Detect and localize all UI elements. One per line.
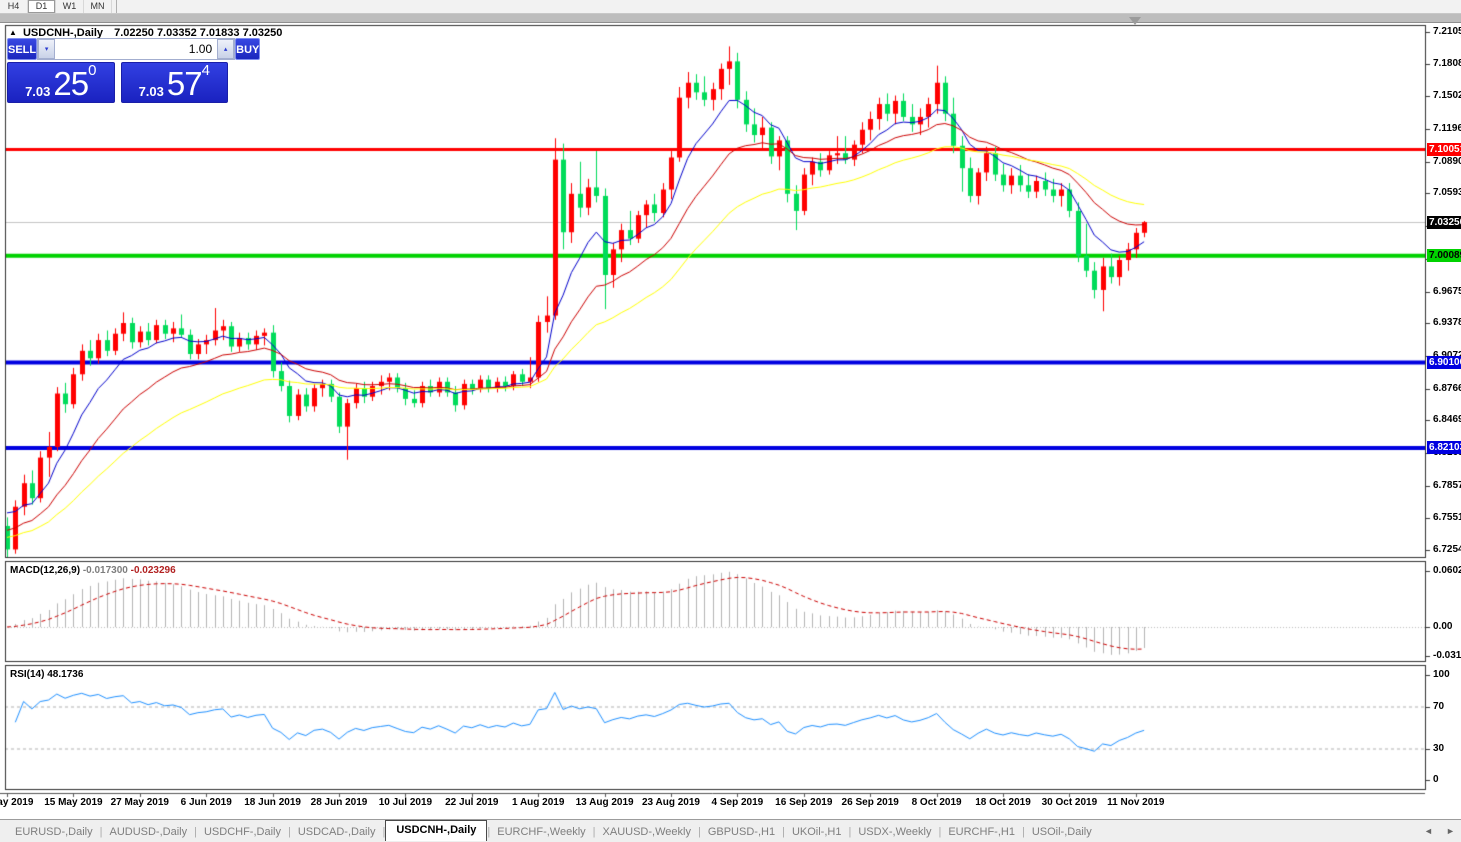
date-label: 8 Oct 2019 bbox=[912, 797, 962, 808]
price-badge: 7.00089 bbox=[1427, 249, 1461, 262]
sell-price-display[interactable]: 7.03 25 0 bbox=[7, 62, 115, 103]
rsi-name: RSI(14) bbox=[10, 669, 44, 680]
sell-price-prefix: 7.03 bbox=[25, 84, 50, 99]
timeframe-h4[interactable]: H4 bbox=[0, 0, 28, 13]
tab-ukoilh1[interactable]: UKOil-,H1 bbox=[785, 824, 849, 840]
rsi-label: RSI(14) 48.1736 bbox=[10, 669, 83, 680]
tab-eurchfweekly[interactable]: EURCHF-,Weekly bbox=[490, 824, 592, 840]
collapse-triangle-icon[interactable]: ▲ bbox=[9, 28, 17, 37]
date-label: 30 Oct 2019 bbox=[1042, 797, 1098, 808]
rsi-axis-label: 70 bbox=[1433, 701, 1444, 712]
date-label: 3 May 2019 bbox=[0, 797, 33, 808]
date-label: 10 Jul 2019 bbox=[379, 797, 432, 808]
tab-usoildaily[interactable]: USOil-,Daily bbox=[1025, 824, 1099, 840]
price-tick-label: 7.21050 bbox=[1433, 26, 1461, 37]
date-label: 18 Oct 2019 bbox=[975, 797, 1031, 808]
date-label: 22 Jul 2019 bbox=[445, 797, 498, 808]
macd-label: MACD(12,26,9) -0.017300 -0.023296 bbox=[10, 565, 176, 576]
date-label: 13 Aug 2019 bbox=[576, 797, 634, 808]
timeframe-d1[interactable]: D1 bbox=[28, 0, 56, 13]
chart-tab-bar: EURUSD-,Daily|AUDUSD-,Daily|USDCHF-,Dail… bbox=[0, 819, 1461, 842]
price-tick-label: 7.18080 bbox=[1433, 58, 1461, 69]
volume-spinner: ▾ ▴ bbox=[37, 38, 235, 60]
macd-axis-label: -0.031725 bbox=[1433, 650, 1461, 661]
price-tick-label: 7.08900 bbox=[1433, 156, 1461, 167]
buy-price-pipette: 4 bbox=[202, 65, 210, 77]
date-label: 26 Sep 2019 bbox=[842, 797, 899, 808]
trading-terminal-window: H4D1W1MN ▲ USDCNH-,Daily 7.02250 7.03352… bbox=[0, 0, 1461, 842]
tab-eurusddaily[interactable]: EURUSD-,Daily bbox=[8, 824, 100, 840]
date-label: 4 Sep 2019 bbox=[712, 797, 764, 808]
chart-canvas[interactable] bbox=[0, 0, 1461, 842]
sell-price-pipette: 0 bbox=[88, 65, 96, 77]
macd-signal-value: -0.023296 bbox=[131, 565, 176, 576]
rsi-value: 48.1736 bbox=[47, 669, 83, 680]
macd-axis-label: 0.00 bbox=[1433, 621, 1452, 632]
price-badge: 6.82103 bbox=[1427, 441, 1461, 454]
price-tick-label: 6.75510 bbox=[1433, 512, 1461, 523]
date-label: 1 Aug 2019 bbox=[512, 797, 564, 808]
price-tick-label: 6.93780 bbox=[1433, 317, 1461, 328]
date-label: 27 May 2019 bbox=[111, 797, 169, 808]
rsi-axis-label: 30 bbox=[1433, 743, 1444, 754]
tab-gbpusdh1[interactable]: GBPUSD-,H1 bbox=[701, 824, 782, 840]
macd-main-value: -0.017300 bbox=[83, 565, 128, 576]
timeframe-toolbar: H4D1W1MN bbox=[0, 0, 1461, 14]
tab-usdcnhdaily[interactable]: USDCNH-,Daily bbox=[385, 820, 487, 841]
macd-name: MACD(12,26,9) bbox=[10, 565, 80, 576]
price-tick-label: 6.87660 bbox=[1433, 383, 1461, 394]
one-click-trade-panel: SELL ▾ ▴ BUY 7.03 25 0 7.03 57 4 bbox=[7, 38, 228, 103]
sell-price-digits: 25 bbox=[53, 69, 88, 99]
timeframe-w1[interactable]: W1 bbox=[56, 0, 84, 13]
tab-usdchfdaily[interactable]: USDCHF-,Daily bbox=[197, 824, 288, 840]
date-label: 15 May 2019 bbox=[44, 797, 102, 808]
tab-usdcaddaily[interactable]: USDCAD-,Daily bbox=[291, 824, 383, 840]
buy-price-prefix: 7.03 bbox=[139, 84, 164, 99]
volume-decrease-button[interactable]: ▾ bbox=[38, 39, 55, 59]
sell-button[interactable]: SELL bbox=[7, 38, 37, 60]
price-tick-label: 7.11960 bbox=[1433, 123, 1461, 134]
tab-xauusdweekly[interactable]: XAUUSD-,Weekly bbox=[596, 824, 698, 840]
chart-shift-marker-icon[interactable] bbox=[1129, 17, 1141, 25]
tabs-scroll-right[interactable]: ► bbox=[1446, 826, 1455, 836]
date-label: 18 Jun 2019 bbox=[244, 797, 301, 808]
price-badge: 7.10051 bbox=[1427, 143, 1461, 156]
timeframe-mn[interactable]: MN bbox=[84, 0, 112, 13]
price-tick-label: 6.78570 bbox=[1433, 480, 1461, 491]
tab-eurchfh1[interactable]: EURCHF-,H1 bbox=[941, 824, 1022, 840]
tabs-scroll-left[interactable]: ◄ bbox=[1424, 826, 1433, 836]
tab-usdxweekly[interactable]: USDX-,Weekly bbox=[851, 824, 938, 840]
price-tick-label: 7.05930 bbox=[1433, 187, 1461, 198]
price-tick-label: 6.96750 bbox=[1433, 286, 1461, 297]
buy-price-digits: 57 bbox=[167, 69, 202, 99]
price-tick-label: 7.15020 bbox=[1433, 90, 1461, 101]
date-label: 6 Jun 2019 bbox=[181, 797, 232, 808]
date-label: 11 Nov 2019 bbox=[1107, 797, 1164, 808]
price-badge: 7.03250 bbox=[1427, 216, 1461, 229]
macd-axis-label: 0.060273 bbox=[1433, 565, 1461, 576]
price-tick-label: 6.84690 bbox=[1433, 414, 1461, 425]
volume-increase-button[interactable]: ▴ bbox=[217, 39, 234, 59]
price-badge: 6.90100 bbox=[1427, 356, 1461, 369]
volume-input[interactable] bbox=[55, 39, 217, 59]
date-label: 16 Sep 2019 bbox=[775, 797, 832, 808]
toolbar-separator bbox=[114, 0, 117, 13]
rsi-axis-label: 0 bbox=[1433, 774, 1439, 785]
rsi-axis-label: 100 bbox=[1433, 669, 1450, 680]
buy-price-display[interactable]: 7.03 57 4 bbox=[121, 62, 229, 103]
tab-audusddaily[interactable]: AUDUSD-,Daily bbox=[102, 824, 194, 840]
date-label: 28 Jun 2019 bbox=[311, 797, 368, 808]
chart-window-top-strip bbox=[0, 14, 1461, 23]
price-tick-label: 6.72540 bbox=[1433, 544, 1461, 555]
buy-button[interactable]: BUY bbox=[235, 38, 260, 60]
date-label: 23 Aug 2019 bbox=[642, 797, 700, 808]
